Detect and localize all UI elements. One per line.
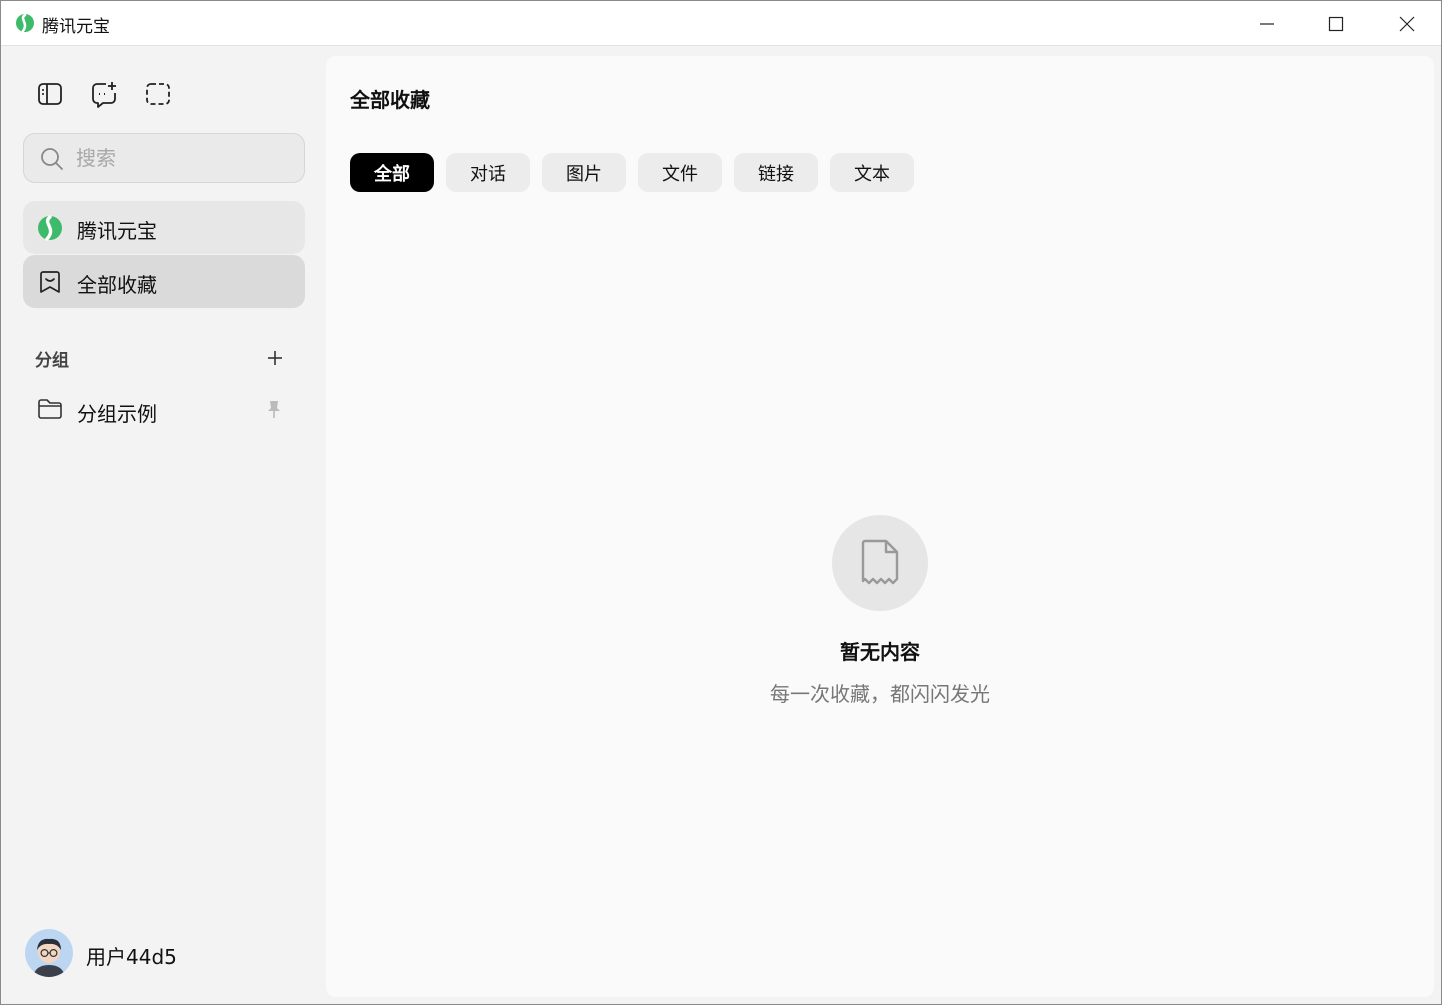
close-icon: [1399, 16, 1415, 31]
minimize-button[interactable]: [1233, 1, 1301, 46]
avatar[interactable]: [25, 929, 73, 977]
tab-images[interactable]: 图片: [542, 153, 626, 192]
minimize-icon: [1260, 22, 1274, 25]
tab-text[interactable]: 文本: [830, 153, 914, 192]
add-group-button[interactable]: [263, 346, 287, 370]
maximize-button[interactable]: [1302, 1, 1370, 46]
user-name: 用户44d5: [86, 945, 177, 969]
tab-files[interactable]: 文件: [638, 153, 722, 192]
avatar-icon: [25, 929, 73, 977]
new-chat-icon: [92, 82, 116, 108]
yuanbao-logo-icon: [16, 13, 34, 33]
window-title: 腾讯元宝: [42, 17, 110, 37]
tab-chats[interactable]: 对话: [446, 153, 530, 192]
screenshot-button[interactable]: [142, 78, 174, 110]
sidebar-item-label: 全部收藏: [77, 273, 157, 297]
app-window: 腾讯元宝 搜索 腾讯元宝 全部收藏 分组 分组示例 用户44d5 全部收藏 全部…: [0, 0, 1442, 1005]
filter-tabs: 全部 对话 图片 文件 链接 文本: [350, 153, 914, 192]
sidebar-item-all-favorites[interactable]: 全部收藏: [23, 255, 305, 308]
sidebar-toggle-icon: [38, 83, 62, 105]
sidebar-item-label: 腾讯元宝: [77, 219, 157, 243]
yuanbao-logo-icon: [38, 215, 62, 241]
empty-state-illustration: [832, 515, 928, 611]
pin-icon[interactable]: [266, 399, 282, 419]
search-icon: [41, 148, 63, 170]
toggle-sidebar-button[interactable]: [34, 78, 66, 110]
sidebar: 腾讯元宝 全部收藏 分组 分组示例: [1, 46, 326, 1004]
new-chat-button[interactable]: [88, 78, 120, 110]
title-bar: 腾讯元宝: [1, 1, 1441, 46]
groups-section-label: 分组: [35, 351, 69, 371]
group-item-label: 分组示例: [77, 402, 157, 426]
empty-document-icon: [861, 539, 899, 585]
close-button[interactable]: [1373, 1, 1441, 46]
empty-state-title: 暂无内容: [840, 640, 920, 664]
empty-state-subtitle: 每一次收藏，都闪闪发光: [770, 682, 990, 706]
bookmark-icon: [40, 271, 60, 293]
main-panel: 全部收藏 全部 对话 图片 文件 链接 文本 暂无内容 每一次收藏，都闪闪发光: [326, 56, 1434, 997]
search-box[interactable]: [23, 133, 305, 183]
tab-all[interactable]: 全部: [350, 153, 434, 192]
page-title: 全部收藏: [350, 88, 430, 112]
search-input[interactable]: [76, 143, 286, 173]
tab-links[interactable]: 链接: [734, 153, 818, 192]
screenshot-icon: [146, 83, 170, 105]
group-item[interactable]: 分组示例: [23, 386, 305, 434]
folder-icon: [38, 399, 62, 419]
maximize-icon: [1328, 16, 1344, 31]
plus-icon: [268, 351, 282, 365]
sidebar-item-yuanbao[interactable]: 腾讯元宝: [23, 201, 305, 254]
